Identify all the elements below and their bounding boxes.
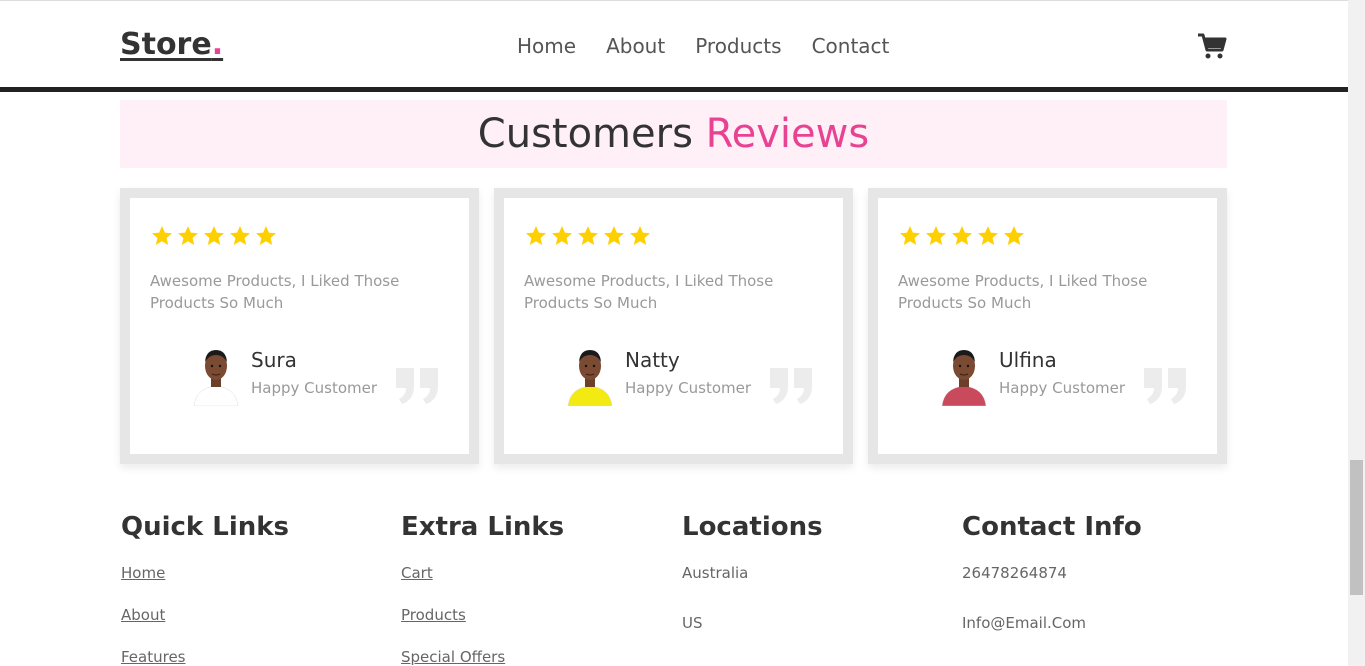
footer-heading: Contact Info <box>962 512 1142 542</box>
footer-contact-info: Contact Info 26478264874 Info@Email.Com <box>962 512 1222 664</box>
footer-link-features[interactable]: Features <box>121 648 381 666</box>
reviews-title: Customers Reviews <box>477 111 870 157</box>
scrollbar-thumb[interactable] <box>1350 460 1363 595</box>
nav-contact[interactable]: Contact <box>812 34 890 58</box>
customer-name: Ulfina <box>999 348 1057 372</box>
shopping-cart-icon[interactable] <box>1197 31 1227 61</box>
customer-name: Sura <box>251 348 297 372</box>
customer-role: Happy Customer <box>251 379 378 397</box>
star-icon <box>628 224 652 252</box>
footer-heading: Extra Links <box>401 512 565 542</box>
star-icon <box>202 224 226 252</box>
footer-locations: Locations Australia US <box>682 512 942 664</box>
contact-email: Info@Email.Com <box>962 614 1087 632</box>
customer-avatar <box>938 346 990 407</box>
star-icon <box>1002 224 1026 252</box>
review-card: Awesome Products, I Liked Those Products… <box>120 188 479 464</box>
star-icon <box>602 224 626 252</box>
review-text: Awesome Products, I Liked Those Products… <box>524 272 774 312</box>
location-item: Australia <box>682 564 749 582</box>
star-icon <box>576 224 600 252</box>
review-text: Awesome Products, I Liked Those Products… <box>150 272 400 312</box>
quote-icon <box>1142 366 1190 406</box>
star-icon <box>898 224 922 252</box>
reviews-heading-banner: Customers Reviews <box>120 100 1227 168</box>
footer-link-about[interactable]: About <box>121 606 381 624</box>
main-nav: Home About Products Contact <box>517 34 889 58</box>
quote-icon <box>394 366 442 406</box>
site-header: Store. Home About Products Contact <box>0 0 1348 92</box>
star-icon <box>228 224 252 252</box>
footer-link-cart[interactable]: Cart <box>401 564 661 582</box>
store-logo[interactable]: Store. <box>120 27 223 62</box>
footer-link-special-offers[interactable]: Special Offers <box>401 648 661 666</box>
star-icon <box>176 224 200 252</box>
star-icon <box>950 224 974 252</box>
customer-avatar <box>190 346 242 407</box>
footer-quick-links: Quick Links Home About Features <box>121 512 381 666</box>
contact-phone: 26478264874 <box>962 564 1067 582</box>
review-card: Awesome Products, I Liked Those Products… <box>494 188 853 464</box>
footer-heading: Locations <box>682 512 823 542</box>
customer-avatar <box>564 346 616 407</box>
footer-link-home[interactable]: Home <box>121 564 381 582</box>
star-icon <box>254 224 278 252</box>
customer-role: Happy Customer <box>625 379 752 397</box>
quote-icon <box>768 366 816 406</box>
customer-name: Natty <box>625 348 680 372</box>
footer-heading: Quick Links <box>121 512 290 542</box>
review-text: Awesome Products, I Liked Those Products… <box>898 272 1148 312</box>
nav-products[interactable]: Products <box>695 34 781 58</box>
footer-extra-links: Extra Links Cart Products Special Offers <box>401 512 661 666</box>
star-icon <box>150 224 174 252</box>
review-card: Awesome Products, I Liked Those Products… <box>868 188 1227 464</box>
nav-about[interactable]: About <box>606 34 665 58</box>
rating-stars <box>898 224 1026 252</box>
nav-home[interactable]: Home <box>517 34 576 58</box>
footer-link-products[interactable]: Products <box>401 606 661 624</box>
rating-stars <box>150 224 278 252</box>
star-icon <box>550 224 574 252</box>
star-icon <box>524 224 548 252</box>
customer-role: Happy Customer <box>999 379 1126 397</box>
rating-stars <box>524 224 652 252</box>
star-icon <box>976 224 1000 252</box>
page-scrollbar[interactable] <box>1348 0 1365 666</box>
star-icon <box>924 224 948 252</box>
location-item: US <box>682 614 703 632</box>
